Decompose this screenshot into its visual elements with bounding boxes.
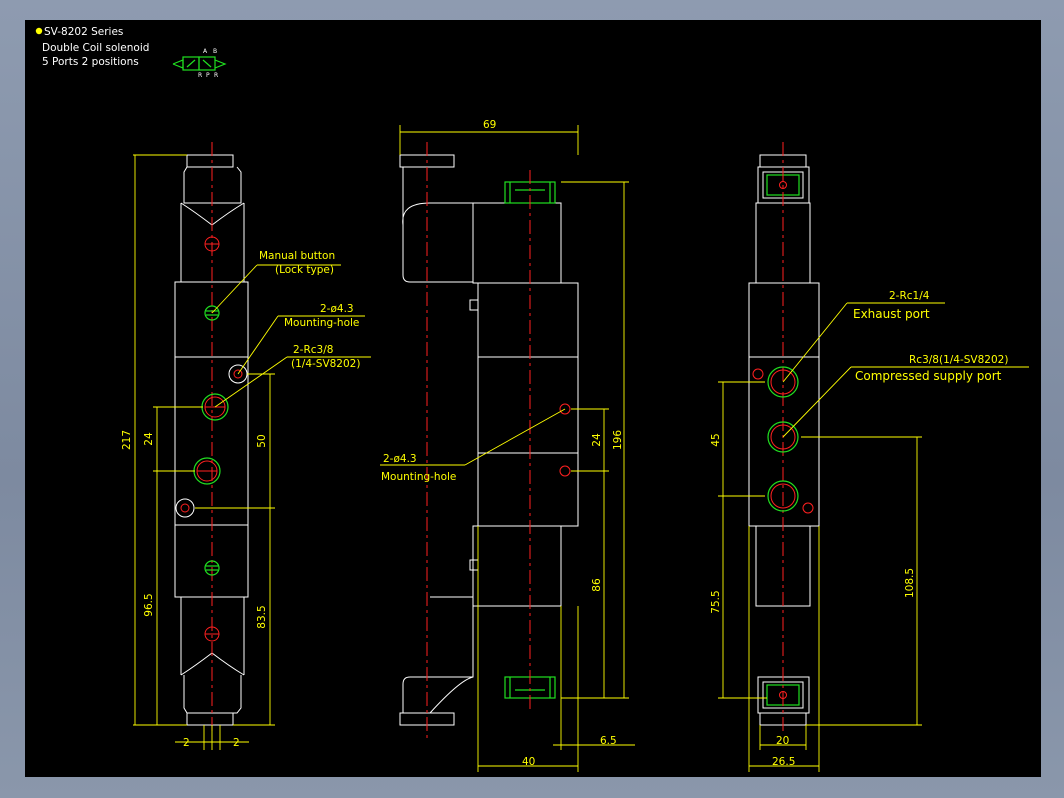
dim-middle-24: 24 (591, 433, 603, 447)
dim-86: 86 (591, 578, 603, 592)
right-view-ports (752, 366, 814, 514)
callout-mid-mount-dia: 2-ø4.3 (383, 453, 417, 465)
dim-right-2: 2 (233, 737, 240, 749)
middle-view-dimensions: 69 196 24 86 40 6.5 (399, 119, 635, 772)
dim-108-5: 108.5 (904, 568, 916, 598)
right-view-callouts: 2-Rc1/4 Exhaust port Rc3/8(1/4-SV8202) C… (782, 290, 1029, 438)
dim-50: 50 (256, 434, 268, 447)
left-view-outline (174, 154, 249, 726)
title-block: SV-8202 Series Double Coil solenoid 5 Po… (35, 26, 227, 79)
series-title: SV-8202 Series (44, 26, 123, 38)
middle-view-callouts: 2-ø4.3 Mounting-hole (380, 408, 566, 483)
symbol-label-a: A (203, 48, 208, 55)
middle-view: 69 196 24 86 40 6.5 2-ø4.3 Mounting-hole (380, 119, 635, 772)
drawing-canvas: SV-8202 Series Double Coil solenoid 5 Po… (25, 20, 1041, 777)
left-view-dimensions: 217 24 96.5 50 83.5 2 2 (121, 154, 275, 750)
dim-20: 20 (776, 735, 789, 747)
left-view-callouts: Manual button (Lock type) 2-ø4.3 Mountin… (211, 250, 371, 408)
symbol-label-b: B (213, 48, 217, 55)
callout-rc38-supply: Rc3/8(1/4-SV8202) (909, 354, 1008, 366)
ports-text: 5 Ports 2 positions (42, 56, 139, 68)
middle-view-outline (399, 154, 579, 726)
callout-rc38: 2-Rc3/8 (293, 344, 333, 356)
symbol-label-r2: R (214, 72, 218, 79)
description-text: Double Coil solenoid (42, 42, 149, 54)
dim-96-5: 96.5 (143, 593, 155, 616)
dim-6-5: 6.5 (600, 735, 617, 747)
dim-196: 196 (612, 430, 624, 450)
dim-69: 69 (483, 119, 496, 131)
cad-drawing: SV-8202 Series Double Coil solenoid 5 Po… (35, 26, 1029, 772)
dim-left-24: 24 (143, 432, 155, 446)
dim-left-2: 2 (183, 737, 190, 749)
bullet-icon (35, 27, 43, 35)
left-view: 217 24 96.5 50 83.5 2 2 Manual button (L… (121, 142, 371, 750)
callout-rc38-alt: (1/4-SV8202) (291, 358, 360, 370)
symbol-label-r1: R (198, 72, 202, 79)
mount-hole-lower (559, 465, 571, 477)
dim-26-5: 26.5 (772, 756, 795, 768)
callout-mount-dia: 2-ø4.3 (320, 303, 354, 315)
right-view-dimensions: 45 75.5 108.5 20 26.5 (710, 381, 922, 772)
dim-75-5: 75.5 (710, 590, 722, 613)
callout-lock-type: (Lock type) (275, 264, 334, 276)
right-view: 45 75.5 108.5 20 26.5 2-Rc1/4 Exhaust po… (710, 142, 1029, 772)
callout-mounting-hole: Mounting-hole (284, 317, 359, 329)
dim-40: 40 (522, 756, 535, 768)
dim-83-5: 83.5 (256, 605, 268, 628)
callout-rc14: 2-Rc1/4 (889, 290, 930, 302)
symbol-label-p: P (206, 72, 210, 79)
right-view-outline (748, 154, 820, 726)
dim-217: 217 (121, 430, 133, 450)
callout-supply-port: Compressed supply port (855, 369, 1002, 383)
callout-mid-mounting-hole: Mounting-hole (381, 471, 456, 483)
dim-45: 45 (710, 433, 722, 446)
pneumatic-symbol-icon: A B R P R (172, 48, 227, 79)
callout-manual-button: Manual button (259, 250, 335, 262)
callout-exhaust-port: Exhaust port (853, 307, 930, 321)
